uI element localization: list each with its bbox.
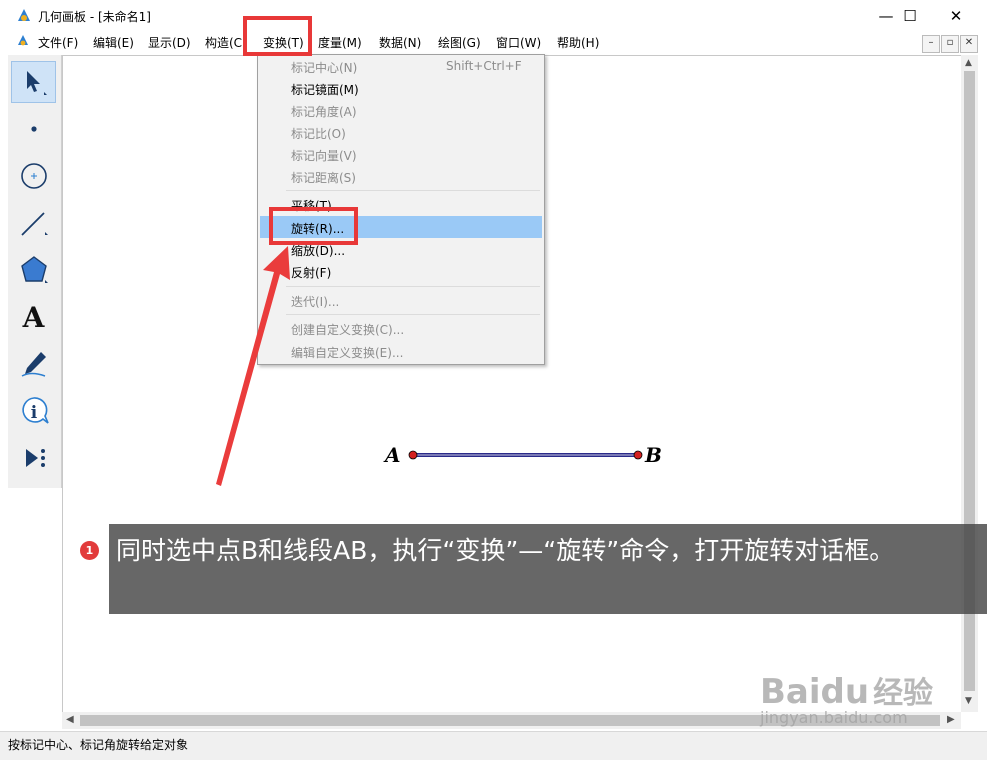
watermark-url: jingyan.baidu.com xyxy=(760,708,908,727)
instruction-caption: 同时选中点B和线段AB，执行“变换”—“旋转”命令，打开旋转对话框。 xyxy=(109,524,987,614)
watermark-brand: Baidu xyxy=(760,672,870,712)
step-number-badge: 1 xyxy=(80,541,99,560)
watermark-brand-suffix: 经验 xyxy=(873,676,934,711)
caption-text: 同时选中点B和线段AB，执行“变换”—“旋转”命令，打开旋转对话框。 xyxy=(116,536,895,565)
baidu-watermark: Baidu 经验 jingyan.baidu.com xyxy=(760,668,933,727)
annotation-arrow xyxy=(216,246,290,486)
